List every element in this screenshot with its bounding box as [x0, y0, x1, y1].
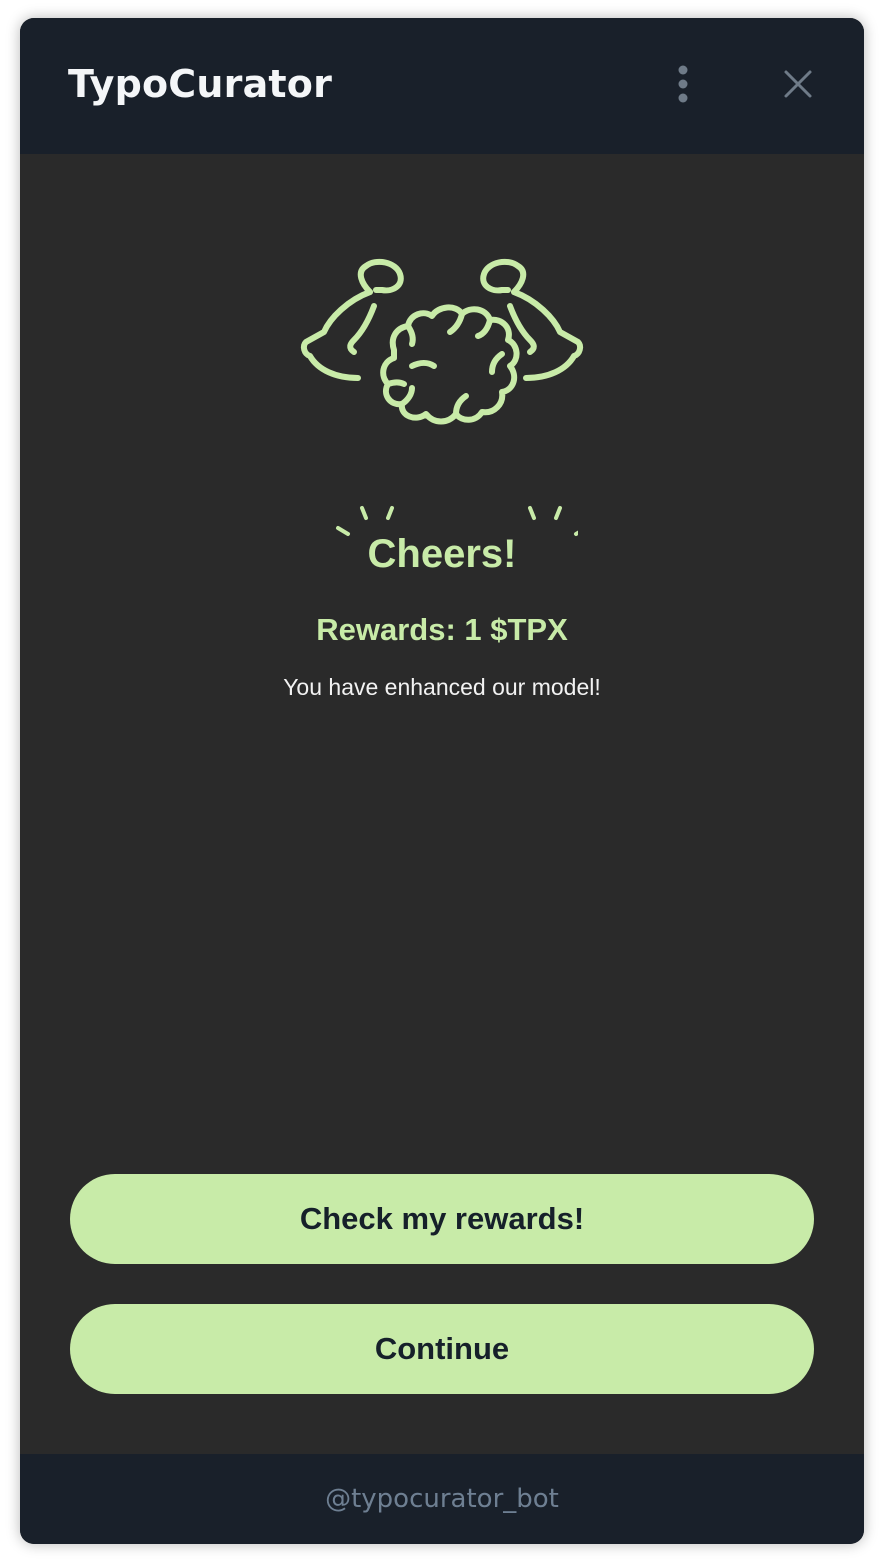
title-bar: TypoCurator: [20, 18, 864, 154]
close-button[interactable]: [778, 64, 818, 104]
rewards-amount: Rewards: 1 $TPX: [316, 612, 568, 647]
strong-brain-icon: [300, 258, 584, 425]
continue-button[interactable]: Continue: [70, 1304, 814, 1394]
app-title: TypoCurator: [68, 62, 333, 106]
close-icon: [784, 70, 812, 98]
check-rewards-button[interactable]: Check my rewards!: [70, 1174, 814, 1264]
success-message: You have enhanced our model!: [283, 674, 601, 700]
more-options-button[interactable]: [666, 62, 700, 106]
more-vertical-icon: [678, 65, 688, 103]
bot-handle: @typocurator_bot: [325, 1484, 559, 1514]
footer-bar: @typocurator_bot: [20, 1454, 864, 1544]
success-heading: Cheers!: [367, 532, 517, 576]
main-content: Cheers! Rewards: 1 $TPX You have enhance…: [20, 154, 864, 1454]
mini-app-window: TypoCurator Cheers! Rewards: 1 $TPX You …: [20, 18, 864, 1544]
